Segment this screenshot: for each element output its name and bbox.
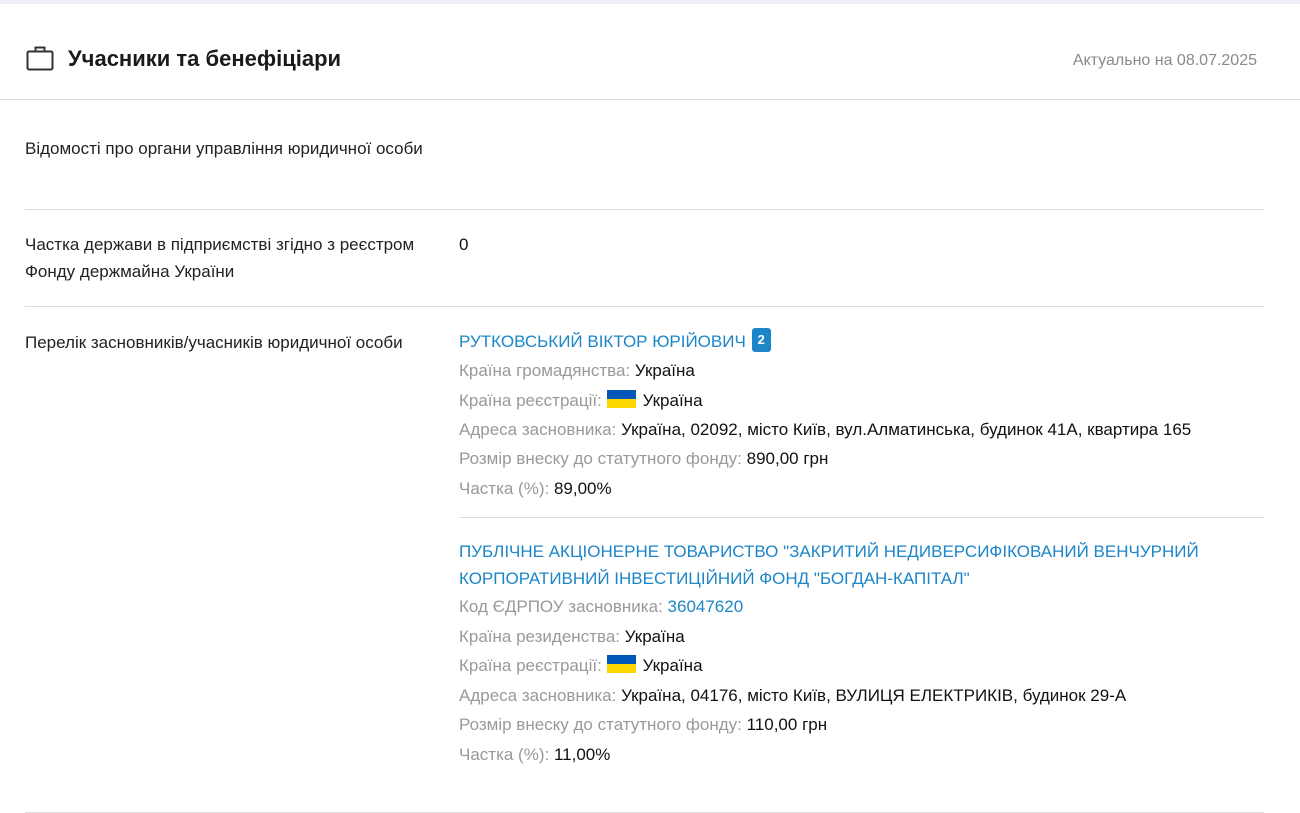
row-founders: Перелік засновників/учасників юридичної … — [25, 307, 1264, 813]
ukraine-flag-icon — [606, 389, 636, 408]
address-line: Адреса засновника: Україна, 04176, місто… — [459, 685, 1127, 705]
founder-name-link[interactable]: ПУБЛІЧНЕ АКЦІОНЕРНЕ ТОВАРИСТВО "ЗАКРИТИЙ… — [459, 542, 1199, 588]
row-state-share: Частка держави в підприємстві згідно з р… — [25, 210, 1264, 307]
address-line: Адреса засновника: Україна, 02092, місто… — [459, 420, 1192, 439]
row-label-state-share: Частка держави в підприємстві згідно з р… — [25, 235, 415, 281]
founder-name-block: ПУБЛІЧНЕ АКЦІОНЕРНЕ ТОВАРИСТВО "ЗАКРИТИЙ… — [459, 538, 1264, 592]
citizenship-line: Країна громадянства: Україна — [459, 361, 695, 380]
info-rows: Відомості про органи управління юридично… — [25, 100, 1264, 813]
founder-item: ПУБЛІЧНЕ АКЦІОНЕРНЕ ТОВАРИСТВО "ЗАКРИТИЙ… — [459, 517, 1264, 769]
briefcase-icon — [26, 46, 54, 71]
row-governance: Відомості про органи управління юридично… — [25, 100, 1264, 210]
share-line: Частка (%): 89,00% — [459, 478, 612, 498]
row-label-governance: Відомості про органи управління юридично… — [25, 139, 423, 158]
share-line: Частка (%): 11,00% — [459, 744, 611, 764]
row-label-founders: Перелік засновників/учасників юридичної … — [25, 333, 403, 352]
founders-list: РУТКОВСЬКИЙ ВІКТОР ЮРІЙОВИЧ 2 Країна гром… — [459, 327, 1264, 769]
founder-item: РУТКОВСЬКИЙ ВІКТОР ЮРІЙОВИЧ 2 Країна гром… — [459, 327, 1264, 517]
edrpou-link[interactable]: 36047620 — [668, 597, 744, 616]
actual-date: Актуально на 08.07.2025 — [1072, 52, 1257, 69]
row-value-state-share: 0 — [459, 235, 469, 254]
residence-line: Країна резиденства: Україна — [459, 626, 685, 646]
section-header: Учасники та бенефіціари Актуально на 08.… — [0, 4, 1300, 100]
founder-name-link[interactable]: РУТКОВСЬКИЙ ВІКТОР ЮРІЙОВИЧ — [459, 332, 746, 351]
count-badge[interactable]: 2 — [751, 328, 771, 352]
ukraine-flag-icon — [606, 655, 636, 673]
edrpou-line: Код ЄДРПОУ засновника: 36047620 — [459, 597, 744, 616]
reg-country-line: Країна реєстрації: Україна — [459, 655, 703, 675]
contribution-line: Розмір внеску до статутного фонду: 110,0… — [459, 715, 828, 734]
contribution-line: Розмір внеску до статутного фонду: 890,0… — [459, 449, 829, 468]
section-title: Учасники та бенефіціари — [68, 46, 342, 71]
reg-country-line: Країна реєстрації: Україна — [459, 389, 703, 410]
